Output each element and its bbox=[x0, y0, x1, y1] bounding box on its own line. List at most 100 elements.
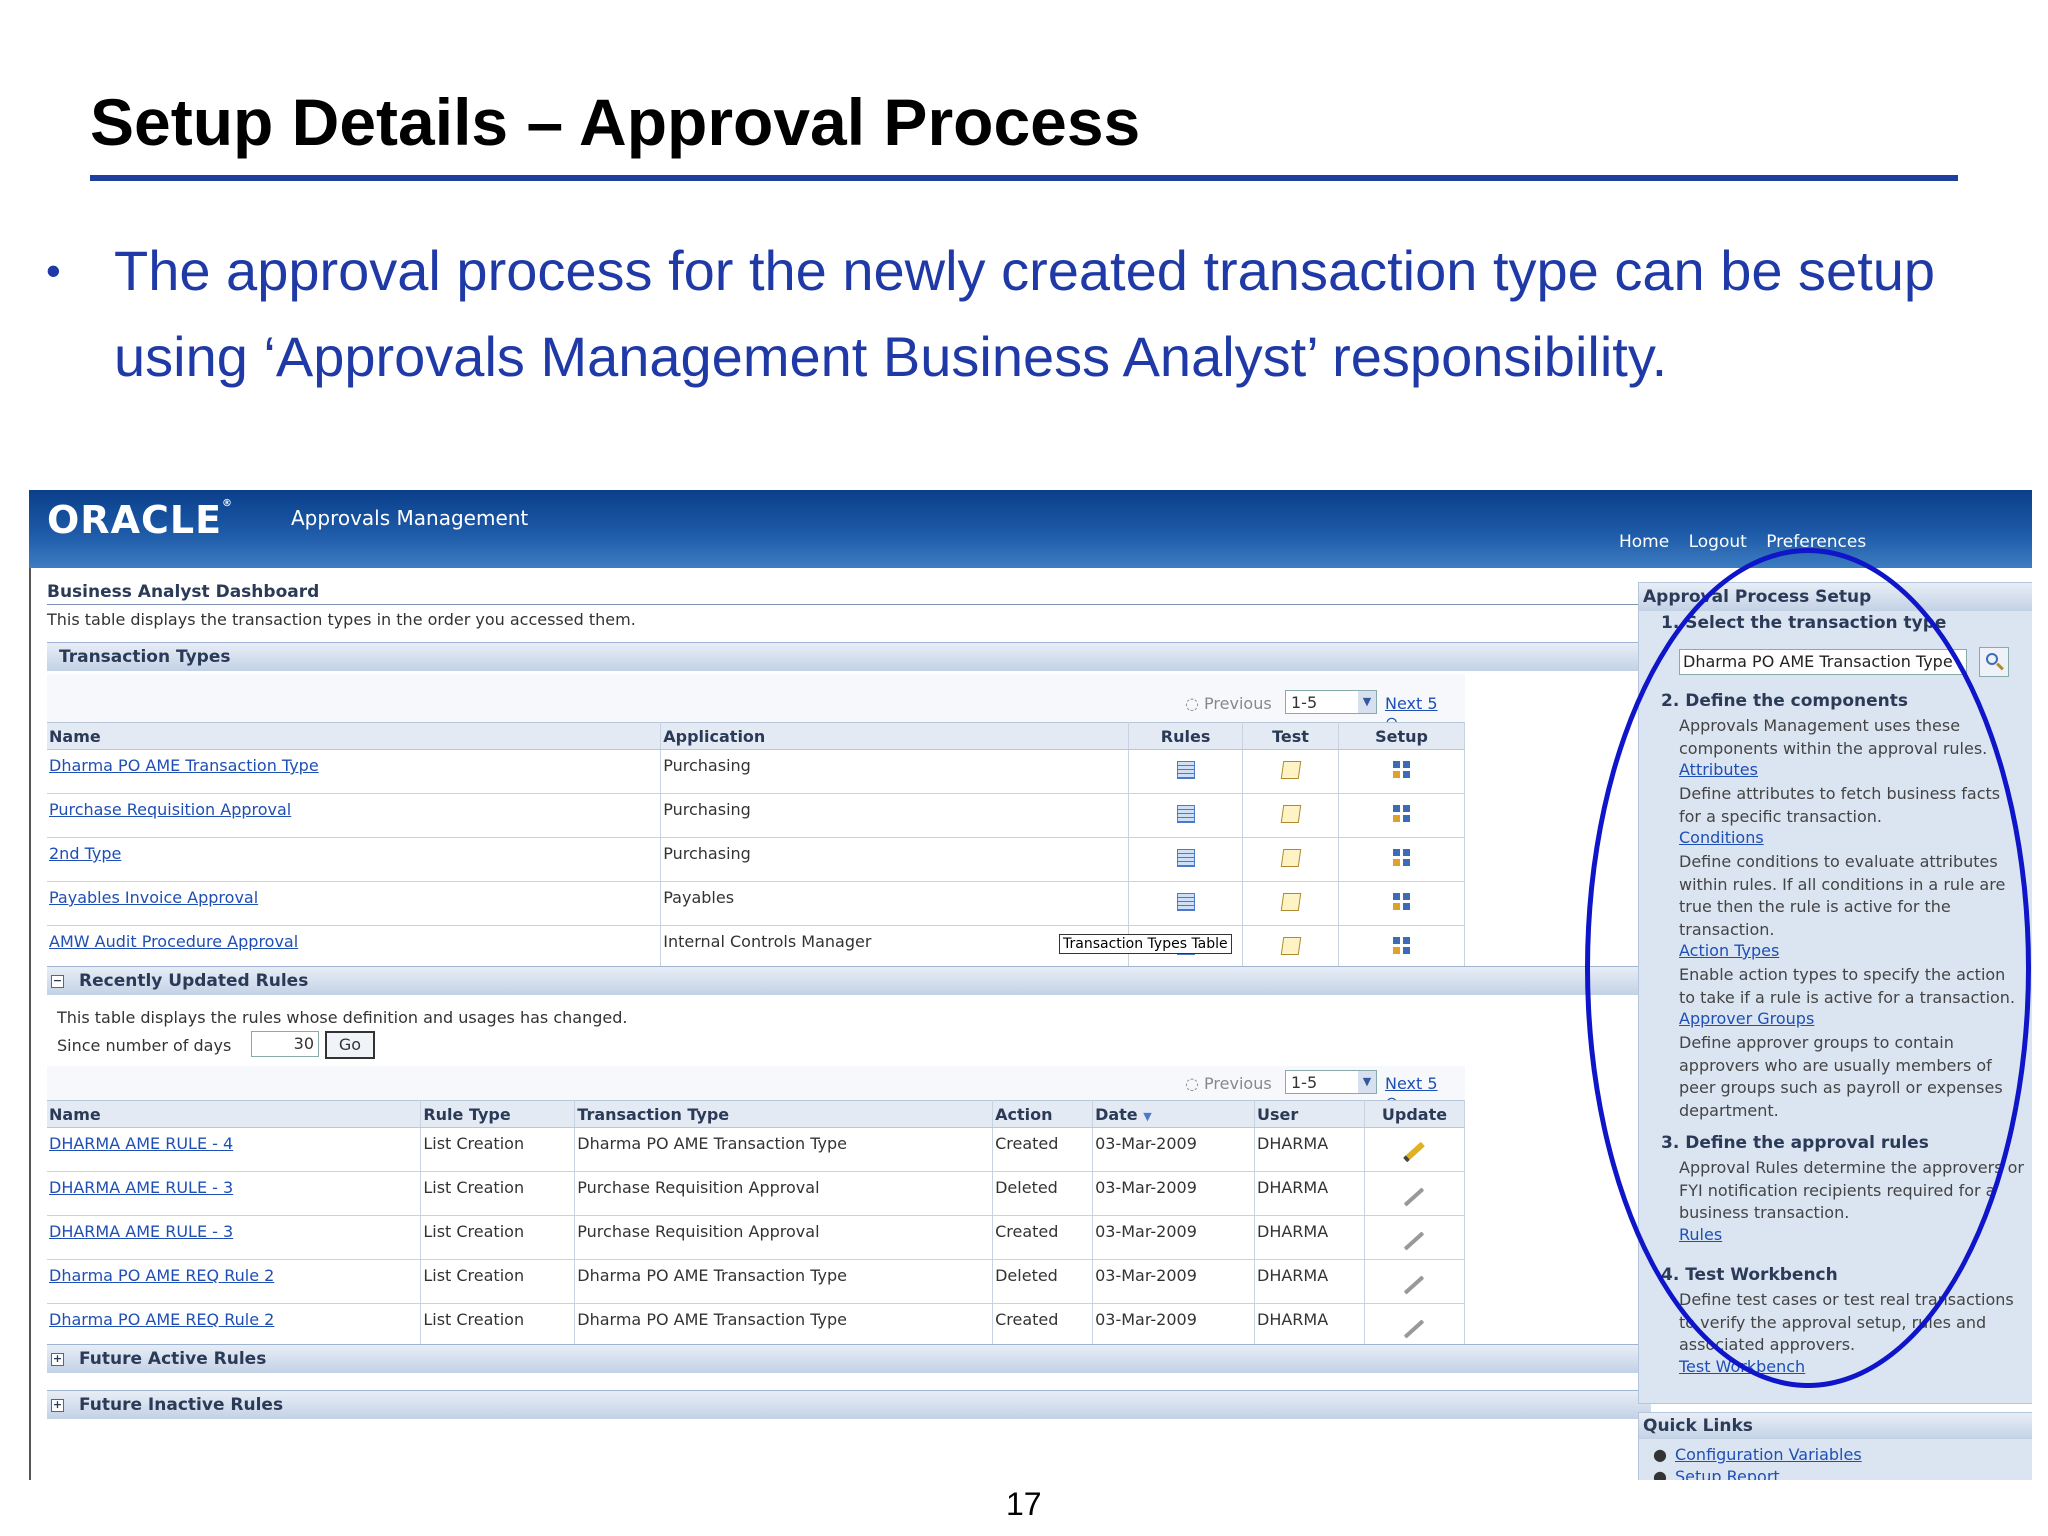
future-inactive-rules-header[interactable]: + Future Inactive Rules bbox=[47, 1390, 1651, 1419]
list-item: ● Setup Report bbox=[1653, 1467, 1780, 1480]
quick-links-panel: Quick Links ● Configuration Variables ● Se… bbox=[1638, 1412, 2032, 1480]
col-name[interactable]: Name bbox=[47, 1100, 422, 1128]
rule-type-cell: List Creation bbox=[420, 1215, 576, 1260]
table-row: AMW Audit Procedure Approval Internal Co… bbox=[47, 925, 1465, 970]
rule-type-cell: List Creation bbox=[420, 1127, 576, 1172]
quick-links-title: Quick Links bbox=[1639, 1413, 2032, 1439]
rule-type-cell: List Creation bbox=[420, 1171, 576, 1216]
recent-rules-description: This table displays the rules whose defi… bbox=[57, 1008, 628, 1027]
col-name[interactable]: Name bbox=[47, 722, 662, 750]
transaction-type-link[interactable]: Payables Invoice Approval bbox=[49, 888, 258, 907]
expand-icon[interactable]: + bbox=[51, 1353, 64, 1366]
action-cell: Created bbox=[992, 1127, 1094, 1172]
sort-desc-icon: ▼ bbox=[1143, 1109, 1152, 1123]
col-test: Test bbox=[1242, 722, 1340, 750]
go-button[interactable]: Go bbox=[325, 1031, 375, 1059]
date-cell: 03-Mar-2009 bbox=[1092, 1215, 1255, 1260]
pencil-disabled-icon bbox=[1404, 1231, 1425, 1251]
rule-link[interactable]: DHARMA AME RULE - 3 bbox=[49, 1222, 233, 1241]
rule-link[interactable]: Dharma PO AME REQ Rule 2 bbox=[49, 1310, 274, 1329]
rule-link[interactable]: DHARMA AME RULE - 3 bbox=[49, 1178, 233, 1197]
action-cell: Deleted bbox=[992, 1171, 1094, 1216]
rules-icon[interactable] bbox=[1176, 804, 1195, 823]
date-cell: 03-Mar-2009 bbox=[1092, 1127, 1255, 1172]
chevron-down-icon: ▼ bbox=[1358, 1071, 1376, 1093]
test-icon[interactable] bbox=[1280, 848, 1301, 867]
days-input[interactable]: 30 bbox=[251, 1031, 319, 1057]
test-icon[interactable] bbox=[1280, 892, 1301, 911]
expand-icon[interactable]: + bbox=[51, 1399, 64, 1412]
col-action[interactable]: Action bbox=[992, 1100, 1094, 1128]
page-description: This table displays the transaction type… bbox=[47, 610, 636, 629]
transaction-type-link[interactable]: 2nd Type bbox=[49, 844, 121, 863]
configuration-variables-link[interactable]: Configuration Variables bbox=[1675, 1445, 1862, 1464]
test-icon[interactable] bbox=[1280, 936, 1301, 955]
action-cell: Deleted bbox=[992, 1259, 1094, 1304]
bullet-dot-icon: • bbox=[46, 247, 61, 294]
setup-icon[interactable] bbox=[1392, 892, 1411, 911]
list-item: ● Configuration Variables bbox=[1653, 1445, 1862, 1464]
setup-icon[interactable] bbox=[1392, 848, 1411, 867]
bullet-text: The approval process for the newly creat… bbox=[114, 239, 1936, 388]
test-icon[interactable] bbox=[1280, 760, 1301, 779]
title-underline bbox=[90, 175, 1958, 181]
pencil-disabled-icon bbox=[1404, 1187, 1425, 1207]
pencil-disabled-icon bbox=[1404, 1319, 1425, 1339]
rule-link[interactable]: DHARMA AME RULE - 4 bbox=[49, 1134, 233, 1153]
future-active-rules-header[interactable]: + Future Active Rules bbox=[47, 1344, 1651, 1373]
table-row: DHARMA AME RULE - 3 List Creation Purcha… bbox=[47, 1215, 1466, 1260]
chevron-down-icon: ▼ bbox=[1358, 691, 1376, 713]
previous-link[interactable]: ◌ Previous bbox=[1185, 694, 1272, 713]
setup-icon[interactable] bbox=[1392, 760, 1411, 779]
transaction-type-cell: Purchase Requisition Approval bbox=[574, 1215, 994, 1260]
transaction-type-link[interactable]: Dharma PO AME Transaction Type bbox=[49, 756, 319, 775]
transaction-types-pager: ◌ Previous 1-5▼ Next 5 ⊙ bbox=[1185, 690, 1455, 732]
rules-icon[interactable] bbox=[1176, 760, 1195, 779]
rules-icon[interactable] bbox=[1176, 848, 1195, 867]
range-select[interactable]: 1-5 ▼ bbox=[1285, 1070, 1377, 1094]
logout-link[interactable]: Logout bbox=[1689, 532, 1747, 552]
col-rule-type[interactable]: Rule Type bbox=[420, 1100, 576, 1128]
recent-rules-header[interactable]: − Recently Updated Rules bbox=[47, 966, 1651, 995]
table-row: DHARMA AME RULE - 4 List Creation Dharma… bbox=[47, 1127, 1466, 1172]
date-cell: 03-Mar-2009 bbox=[1092, 1259, 1255, 1304]
search-button[interactable] bbox=[1979, 647, 2009, 677]
rules-icon[interactable] bbox=[1176, 892, 1195, 911]
application-cell: Purchasing bbox=[660, 749, 1130, 794]
highlight-ellipse bbox=[1585, 548, 2031, 1388]
date-cell: 03-Mar-2009 bbox=[1092, 1171, 1255, 1216]
transaction-type-link[interactable]: Purchase Requisition Approval bbox=[49, 800, 291, 819]
screenshot-border bbox=[29, 490, 31, 1480]
setup-icon[interactable] bbox=[1392, 804, 1411, 823]
global-links: Home Logout Preferences bbox=[1619, 532, 1880, 552]
app-name: Approvals Management bbox=[291, 506, 529, 530]
table-row: Payables Invoice Approval Payables bbox=[47, 881, 1465, 926]
setup-report-link[interactable]: Setup Report bbox=[1675, 1467, 1780, 1480]
table-row: Dharma PO AME Transaction Type Purchasin… bbox=[47, 749, 1465, 794]
collapse-icon[interactable]: − bbox=[51, 975, 64, 988]
col-date[interactable]: Date ▼ bbox=[1092, 1100, 1255, 1128]
table-row: Dharma PO AME REQ Rule 2 List Creation D… bbox=[47, 1303, 1466, 1348]
rule-link[interactable]: Dharma PO AME REQ Rule 2 bbox=[49, 1266, 274, 1285]
transaction-type-link[interactable]: AMW Audit Procedure Approval bbox=[49, 932, 298, 951]
home-link[interactable]: Home bbox=[1619, 532, 1669, 552]
transaction-type-cell: Dharma PO AME Transaction Type bbox=[574, 1303, 994, 1348]
col-application[interactable]: Application bbox=[660, 722, 1130, 750]
transaction-types-header: Transaction Types bbox=[47, 642, 1651, 671]
col-user[interactable]: User bbox=[1254, 1100, 1365, 1128]
rule-type-cell: List Creation bbox=[420, 1259, 576, 1304]
col-transaction-type[interactable]: Transaction Type bbox=[574, 1100, 994, 1128]
action-cell: Created bbox=[992, 1303, 1094, 1348]
user-cell: DHARMA bbox=[1254, 1303, 1365, 1348]
table-row: Dharma PO AME REQ Rule 2 List Creation D… bbox=[47, 1259, 1466, 1304]
slide-title: Setup Details – Approval Process bbox=[90, 85, 1141, 159]
action-cell: Created bbox=[992, 1215, 1094, 1260]
recent-rules-table: Name Rule Type Transaction Type Action D… bbox=[47, 1100, 1466, 1348]
range-select[interactable]: 1-5 ▼ bbox=[1285, 690, 1377, 714]
user-cell: DHARMA bbox=[1254, 1259, 1365, 1304]
test-icon[interactable] bbox=[1280, 804, 1301, 823]
oracle-logo: ORACLE® bbox=[47, 498, 234, 542]
previous-link[interactable]: ◌ Previous bbox=[1185, 1074, 1272, 1093]
setup-icon[interactable] bbox=[1392, 936, 1411, 955]
pencil-icon[interactable] bbox=[1403, 1141, 1426, 1163]
